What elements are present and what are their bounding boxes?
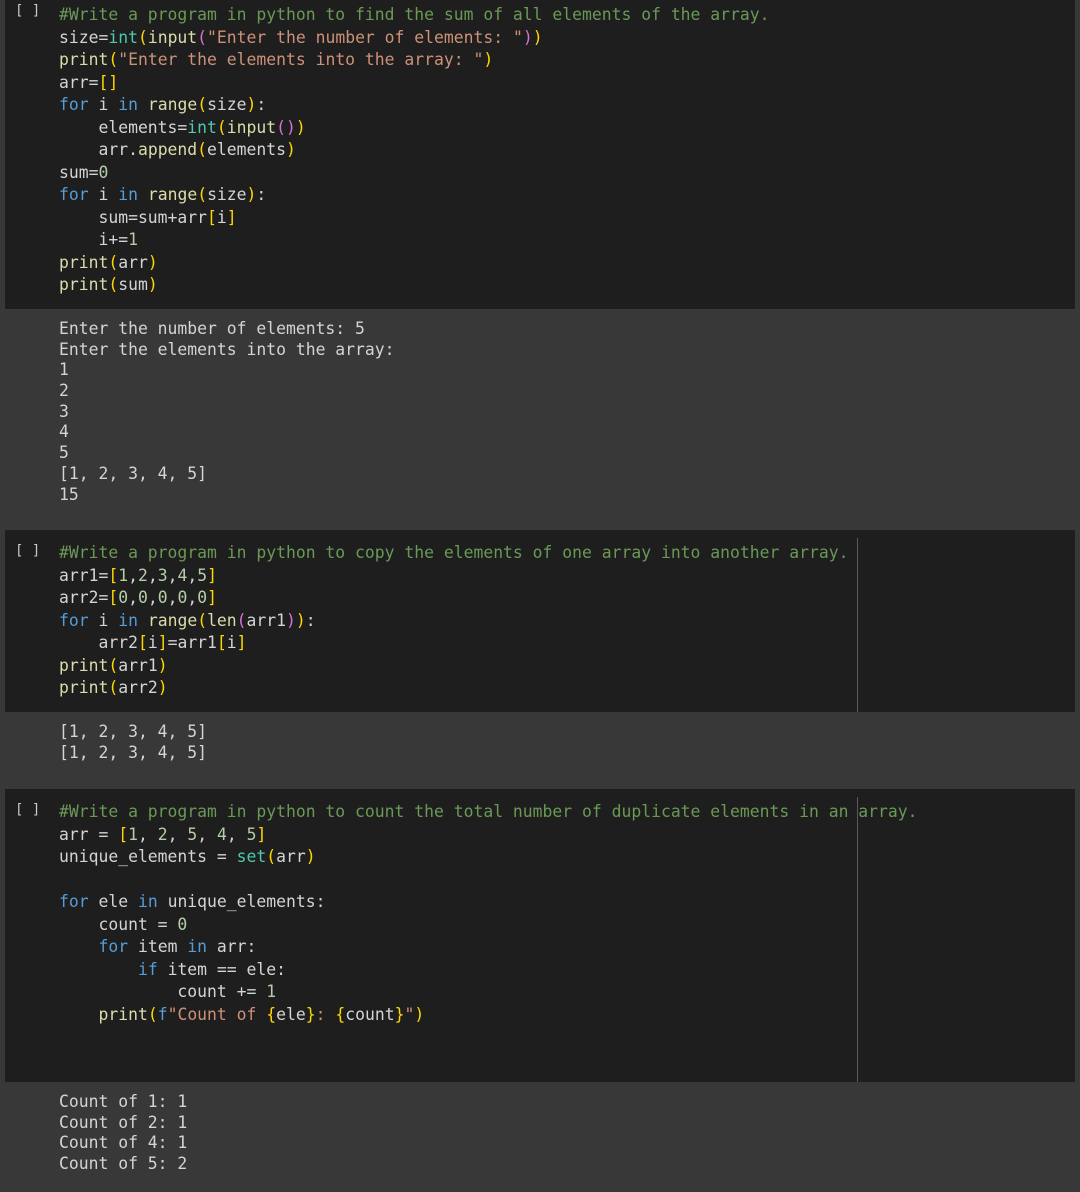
code-line: arr1=[1,2,3,4,5] [59, 565, 217, 585]
output-line: [1, 2, 3, 4, 5] [59, 463, 208, 483]
code-line: elements=int(input()) [59, 117, 306, 137]
output-line: 4 [59, 422, 69, 442]
output-line: Enter the number of elements: 5 [59, 319, 365, 338]
code-line: #Write a program in python to count the … [59, 802, 918, 821]
code-line: arr = [1, 2, 5, 4, 5] [59, 824, 267, 844]
output-line: 2 [59, 381, 69, 401]
code-line: for item in arr: [98, 937, 257, 956]
code-line: size=int(input("Enter the number of elem… [59, 27, 543, 47]
code-line: count += 1 [59, 982, 277, 1001]
code-cell-1[interactable]: [ ] #Write a program in python to find t… [5, 0, 1075, 309]
cell-output-1: Enter the number of elements: 5 Enter th… [0, 309, 1080, 530]
code-line: for i in range(size): [59, 95, 267, 114]
code-cell-2[interactable]: [ ] #Write a program in python to copy t… [5, 530, 1075, 712]
code-editor[interactable]: #Write a program in python to count the … [59, 801, 918, 1026]
code-line: arr2=[0,0,0,0,0] [59, 588, 217, 607]
code-editor[interactable]: #Write a program in python to find the s… [59, 4, 770, 297]
code-line: arr.append(elements) [59, 140, 296, 159]
code-line: sum=sum+arr[i] [59, 207, 237, 227]
code-editor[interactable]: #Write a program in python to copy the e… [59, 542, 848, 700]
output-line: Count of 5: 2 [59, 1154, 188, 1174]
editor-ruler [857, 538, 858, 712]
code-line: if item == ele: [137, 959, 286, 979]
code-line: print(arr) [59, 252, 158, 272]
code-line: #Write a program in python to find the s… [59, 5, 770, 24]
code-line: #Write a program in python to copy the e… [59, 543, 849, 562]
code-line: print(sum) [59, 275, 158, 294]
code-line: arr=[] [59, 72, 119, 92]
output-line: 1 [59, 360, 69, 380]
output-line: Count of 2: 1 [59, 1112, 188, 1132]
cell-output-3: Count of 1: 1 Count of 2: 1 Count of 4: … [0, 1082, 1080, 1192]
code-line: for i in range(size): [59, 185, 267, 204]
code-line: print(f"Count of {ele}: {count}") [98, 1004, 425, 1024]
code-line: print("Enter the elements into the array… [59, 50, 494, 69]
run-cell-button[interactable]: [ ] [15, 3, 40, 19]
run-cell-button[interactable]: [ ] [15, 802, 40, 818]
output-line: 15 [59, 484, 79, 504]
code-line: for i in range(len(arr1)): [59, 610, 316, 630]
output-line: [1, 2, 3, 4, 5] [59, 742, 208, 762]
cell-output-2: [1, 2, 3, 4, 5] [1, 2, 3, 4, 5] [0, 712, 1080, 789]
code-line: count = 0 [59, 914, 188, 934]
output-line: Count of 4: 1 [59, 1133, 188, 1153]
code-line: unique_elements = set(arr) [59, 847, 316, 866]
code-line: arr2[i]=arr1[i] [59, 633, 247, 652]
code-line: print(arr2) [59, 678, 168, 697]
output-line: 3 [59, 401, 69, 421]
code-cell-3[interactable]: [ ] #Write a program in python to count … [5, 789, 1075, 1082]
code-line: print(arr1) [59, 655, 168, 675]
code-line: i+=1 [59, 230, 138, 249]
code-line: sum=0 [59, 162, 109, 182]
run-cell-button[interactable]: [ ] [15, 543, 40, 559]
output-line: Enter the elements into the array: [59, 339, 395, 359]
output-line: Count of 1: 1 [59, 1092, 188, 1111]
code-line: for ele in unique_elements: [59, 892, 326, 911]
output-line: 5 [59, 443, 69, 463]
output-line: [1, 2, 3, 4, 5] [59, 722, 208, 741]
